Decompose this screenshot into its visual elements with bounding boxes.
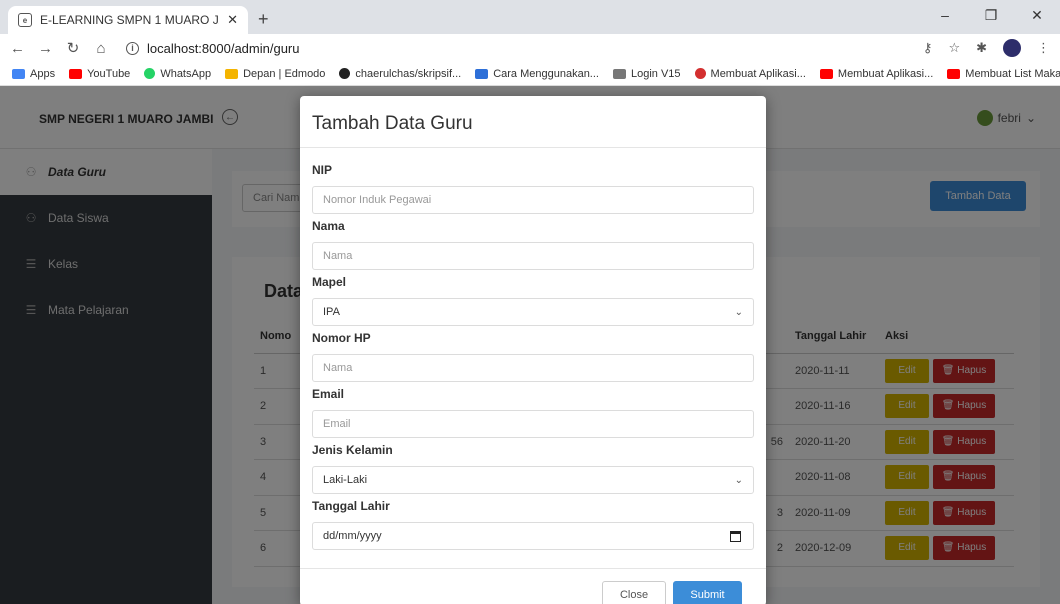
link-icon <box>475 68 489 79</box>
close-window-icon[interactable]: ✕ <box>1014 0 1060 30</box>
address-bar[interactable]: i localhost:8000/admin/guru <box>122 35 909 61</box>
hp-placeholder: Nama <box>323 362 353 374</box>
modal-footer: Close Submit <box>300 568 766 604</box>
tanggal-lahir-input[interactable]: dd/mm/yyyy <box>312 522 754 550</box>
submit-button[interactable]: Submit <box>673 581 742 604</box>
key-icon[interactable]: ⚷ <box>923 40 933 56</box>
bookmarks-bar: Apps YouTube WhatsApp Depan | Edmodo cha… <box>0 62 1060 86</box>
hp-label: Nomor HP <box>312 331 371 345</box>
site-favicon-icon: e <box>18 13 32 27</box>
mapel-value: IPA <box>323 306 340 318</box>
nama-placeholder: Nama <box>323 250 353 262</box>
bookmark-whatsapp[interactable]: WhatsApp <box>144 68 211 80</box>
email-input[interactable]: Email <box>312 410 754 438</box>
browser-tabbar: e E-LEARNING SMPN 1 MUARO JA ✕ + – ❐ ✕ <box>0 0 1060 34</box>
edmodo-icon <box>225 68 239 79</box>
bookmark-youtube[interactable]: YouTube <box>69 68 130 80</box>
extensions-icon[interactable]: ✱ <box>976 40 987 56</box>
tanggal-lahir-label: Tanggal Lahir <box>312 499 390 513</box>
toolbar-actions: ⚷ ☆ ✱ ⋮ <box>923 39 1050 57</box>
web-icon <box>694 68 706 79</box>
back-icon[interactable]: ← <box>10 40 25 57</box>
bookmark-aplikasi-2[interactable]: Membuat Aplikasi... <box>819 68 933 80</box>
email-placeholder: Email <box>323 418 351 430</box>
bookmark-aplikasi-1[interactable]: Membuat Aplikasi... <box>694 68 806 80</box>
jenis-kelamin-select[interactable]: Laki-Laki ⌄ <box>312 466 754 494</box>
modal-body: NIP Nomor Induk Pegawai Nama Nama Mapel … <box>300 148 766 550</box>
youtube-icon <box>947 68 961 79</box>
mapel-select[interactable]: IPA ⌄ <box>312 298 754 326</box>
chevron-down-icon: ⌄ <box>734 307 743 318</box>
nip-placeholder: Nomor Induk Pegawai <box>323 194 432 206</box>
browser-toolbar: ← → ↻ ⌂ i localhost:8000/admin/guru ⚷ ☆ … <box>0 34 1060 62</box>
tambah-guru-modal: Tambah Data Guru NIP Nomor Induk Pegawai… <box>300 96 766 604</box>
youtube-icon <box>819 68 833 79</box>
github-icon <box>339 68 351 79</box>
nip-input[interactable]: Nomor Induk Pegawai <box>312 186 754 214</box>
jenis-kelamin-label: Jenis Kelamin <box>312 443 393 457</box>
close-tab-icon[interactable]: ✕ <box>227 12 238 28</box>
star-icon[interactable]: ☆ <box>948 40 960 56</box>
bookmark-cara[interactable]: Cara Menggunakan... <box>475 68 599 80</box>
profile-avatar-icon[interactable] <box>1003 39 1021 57</box>
close-button[interactable]: Close <box>602 581 666 604</box>
minimize-icon[interactable]: – <box>922 0 968 30</box>
site-info-icon[interactable]: i <box>126 41 139 55</box>
window-controls: – ❐ ✕ <box>922 0 1060 30</box>
new-tab-icon[interactable]: + <box>258 9 269 30</box>
apps-grid-icon <box>12 68 25 79</box>
url-text: localhost:8000/admin/guru <box>147 40 300 56</box>
jenis-kelamin-value: Laki-Laki <box>323 474 368 486</box>
hp-input[interactable]: Nama <box>312 354 754 382</box>
nip-label: NIP <box>312 163 333 177</box>
whatsapp-icon <box>144 68 156 79</box>
nama-input[interactable]: Nama <box>312 242 754 270</box>
nama-label: Nama <box>312 219 345 233</box>
chevron-down-icon: ⌄ <box>734 475 743 486</box>
mapel-label: Mapel <box>312 275 347 289</box>
bookmark-apps[interactable]: Apps <box>12 68 55 80</box>
youtube-icon <box>69 68 83 79</box>
browser-tab[interactable]: e E-LEARNING SMPN 1 MUARO JA ✕ <box>8 6 248 34</box>
tanggal-lahir-value: dd/mm/yyyy <box>323 530 382 542</box>
bookmark-list[interactable]: Membuat List Maka... <box>947 68 1060 80</box>
bookmark-login[interactable]: Login V15 <box>612 68 681 80</box>
tab-title: E-LEARNING SMPN 1 MUARO JA <box>40 13 220 27</box>
restore-icon[interactable]: ❐ <box>968 0 1014 30</box>
page-icon <box>612 68 626 79</box>
modal-title: Tambah Data Guru <box>300 96 766 148</box>
reload-icon[interactable]: ↻ <box>66 39 80 57</box>
forward-icon[interactable]: → <box>38 40 53 57</box>
home-icon[interactable]: ⌂ <box>94 40 108 57</box>
menu-icon[interactable]: ⋮ <box>1037 40 1050 56</box>
bookmark-edmodo[interactable]: Depan | Edmodo <box>225 68 325 80</box>
bookmark-github[interactable]: chaerulchas/skripsif... <box>339 68 461 80</box>
email-label: Email <box>312 387 345 401</box>
calendar-icon[interactable] <box>730 531 741 542</box>
